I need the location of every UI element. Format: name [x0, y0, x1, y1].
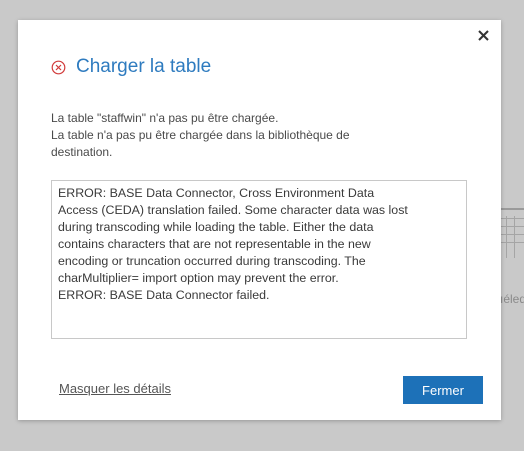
dialog-title: Charger la table: [76, 56, 212, 77]
details-line: during transcoding while loading the tab…: [58, 220, 374, 234]
error-details-box[interactable]: ERROR: BASE Data Connector, Cross Enviro…: [51, 180, 467, 339]
details-line: charMultiplier= import option may preven…: [58, 271, 339, 285]
message-line: destination.: [51, 145, 113, 159]
details-line: ERROR: BASE Data Connector, Cross Enviro…: [58, 186, 375, 200]
hide-details-link[interactable]: Masquer les détails: [59, 381, 171, 396]
close-icon: [477, 29, 489, 41]
message-line: La table n'a pas pu être chargée dans la…: [51, 128, 350, 142]
details-line: contains characters that are not represe…: [58, 237, 371, 251]
background-partial-text: ıéled: [500, 292, 524, 306]
load-table-dialog: Charger la table La table "staffwin" n'a…: [18, 20, 501, 420]
details-line: Access (CEDA) translation failed. Some c…: [58, 203, 408, 217]
dialog-header: Charger la table: [51, 56, 211, 78]
details-line: ERROR: BASE Data Connector failed.: [58, 288, 270, 302]
details-line: encoding or truncation occurred during t…: [58, 254, 366, 268]
close-button[interactable]: [475, 27, 491, 43]
error-circle-icon: [51, 60, 66, 74]
error-message: La table "staffwin" n'a pas pu être char…: [51, 110, 471, 161]
message-line: La table "staffwin" n'a pas pu être char…: [51, 111, 279, 125]
table-icon: [500, 208, 524, 258]
close-dialog-button[interactable]: Fermer: [403, 376, 483, 404]
